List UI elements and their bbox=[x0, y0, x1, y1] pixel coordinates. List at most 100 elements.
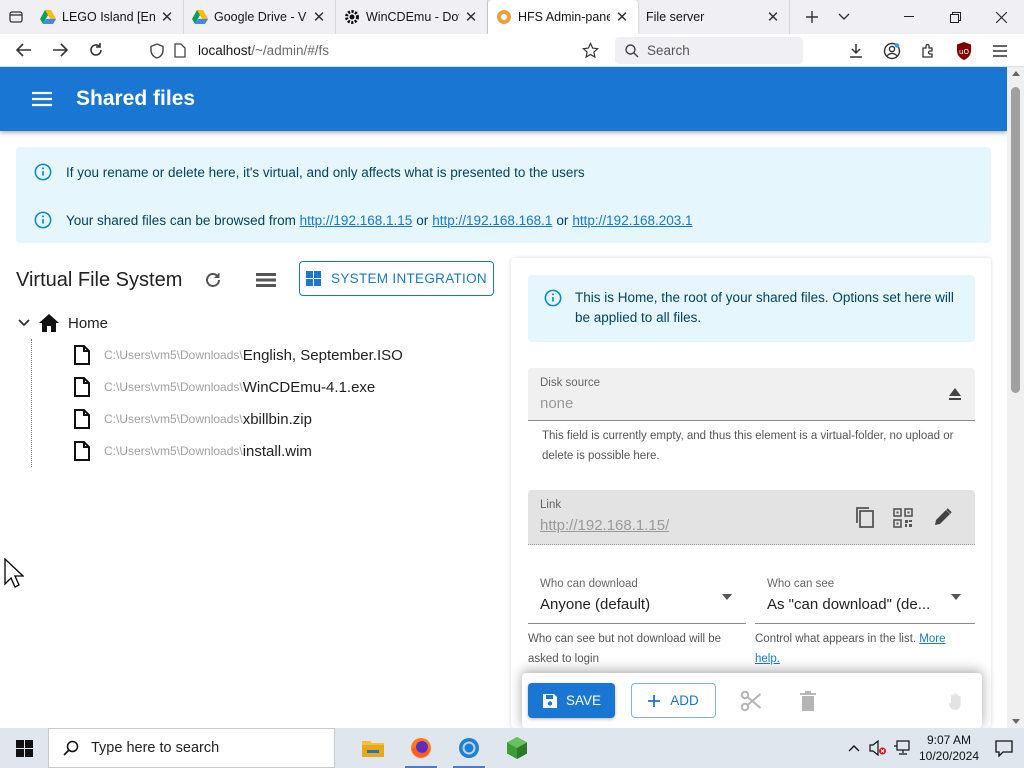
browser-tab-hfs-admin[interactable]: HFS Admin-panel ✕ bbox=[488, 0, 638, 34]
file-path: C:\Users\vm5\Downloads\ bbox=[104, 444, 243, 458]
or-separator: or bbox=[416, 212, 429, 228]
info-icon bbox=[34, 163, 52, 181]
home-info-text: This is Home, the root of your shared fi… bbox=[575, 290, 954, 325]
tab-label: LEGO Island [Engli bbox=[62, 10, 155, 24]
dropdown-arrow-icon bbox=[951, 594, 961, 600]
edit-icon[interactable] bbox=[933, 507, 953, 527]
network-icon[interactable] bbox=[890, 728, 914, 768]
file-explorer-icon[interactable] bbox=[349, 728, 397, 768]
file-name: xbillbin.zip bbox=[242, 410, 312, 428]
chrome-icon[interactable] bbox=[445, 728, 493, 768]
plus-icon bbox=[648, 694, 661, 707]
add-button[interactable]: ADD bbox=[631, 683, 716, 718]
account-icon[interactable] bbox=[874, 36, 910, 66]
shield-icon[interactable] bbox=[150, 42, 164, 59]
chevron-up-icon[interactable] bbox=[842, 728, 866, 768]
address-link[interactable]: http://192.168.1.15 bbox=[300, 213, 413, 228]
disk-source-helper: This field is currently empty, and thus … bbox=[542, 430, 954, 462]
bookmark-star-icon[interactable] bbox=[578, 37, 602, 64]
taskbar-clock[interactable]: 9:07 AM 10/20/2024 bbox=[914, 732, 984, 764]
tree-item-file[interactable]: C:\Users\vm5\Downloads\ English, Septembe… bbox=[74, 341, 403, 369]
address-bar[interactable]: localhost/~/admin/#/fs bbox=[150, 37, 610, 64]
permissions-hand-icon[interactable] bbox=[942, 687, 970, 715]
extensions-icon[interactable] bbox=[910, 36, 946, 66]
volume-muted-icon[interactable] bbox=[866, 728, 890, 768]
home-info-alert: This is Home, the root of your shared fi… bbox=[528, 275, 975, 342]
link-value[interactable]: http://192.168.1.15/ bbox=[540, 517, 669, 534]
disk-source-value: none bbox=[540, 395, 574, 412]
rename-notice: If you rename or delete here, it's virtu… bbox=[34, 163, 585, 181]
tree-item-file[interactable]: C:\Users\vm5\Downloads\ install.wim bbox=[74, 437, 312, 465]
delete-icon[interactable] bbox=[794, 687, 822, 715]
link-label: Link bbox=[540, 499, 562, 511]
firefox-icon[interactable] bbox=[397, 728, 445, 768]
who-can-see-helper: Control what appears in the list. More h… bbox=[755, 629, 970, 669]
forward-icon[interactable] bbox=[42, 35, 78, 65]
address-link[interactable]: http://192.168.168.1 bbox=[432, 213, 552, 228]
restore-button[interactable] bbox=[932, 0, 978, 34]
page-icon[interactable] bbox=[174, 43, 186, 58]
tree-item-home[interactable]: Home bbox=[16, 309, 108, 337]
gear-icon bbox=[344, 9, 360, 25]
new-tab-icon[interactable] bbox=[796, 0, 828, 34]
eject-icon[interactable] bbox=[947, 386, 963, 402]
browser-tab-wincdemu[interactable]: WinCDEmu - Dow ✕ bbox=[336, 0, 488, 34]
tree-item-file[interactable]: C:\Users\vm5\Downloads\ xbillbin.zip bbox=[74, 405, 312, 433]
file-path: C:\Users\vm5\Downloads\ bbox=[104, 412, 243, 426]
hamburger-menu-icon[interactable] bbox=[24, 87, 60, 111]
page-scrollbar[interactable] bbox=[1007, 67, 1024, 728]
tab-label: WinCDEmu - Dow bbox=[366, 10, 459, 24]
browser-tab-lego[interactable]: LEGO Island [Engli ✕ bbox=[32, 0, 184, 34]
list-view-icon[interactable] bbox=[252, 267, 280, 293]
close-icon[interactable]: ✕ bbox=[765, 9, 781, 26]
who-can-see-select[interactable]: Who can see As "can download" (de... bbox=[755, 569, 975, 624]
cut-icon[interactable] bbox=[737, 687, 765, 715]
copy-icon[interactable] bbox=[855, 506, 875, 528]
browser-search-input[interactable]: Search bbox=[615, 37, 803, 64]
minimize-button[interactable] bbox=[886, 0, 932, 34]
taskbar-search-input[interactable]: Type here to search bbox=[48, 728, 335, 768]
app-header: Shared files bbox=[0, 67, 1007, 131]
address-link[interactable]: http://192.168.203.1 bbox=[572, 213, 692, 228]
refresh-icon[interactable] bbox=[200, 267, 226, 293]
properties-panel: This is Home, the root of your shared fi… bbox=[511, 258, 991, 728]
menu-icon[interactable] bbox=[982, 36, 1018, 66]
close-icon[interactable]: ✕ bbox=[159, 9, 175, 26]
save-button[interactable]: SAVE bbox=[528, 683, 615, 718]
chevron-down-icon[interactable] bbox=[828, 0, 860, 34]
browser-tab-file-server[interactable]: File server ✕ bbox=[638, 0, 790, 34]
ublock-icon[interactable]: uO bbox=[946, 36, 982, 66]
url-host: localhost bbox=[198, 43, 252, 58]
windows-start-icon[interactable] bbox=[0, 728, 48, 768]
scrollbar-thumb[interactable] bbox=[1011, 87, 1020, 393]
disk-source-field[interactable]: Disk source none bbox=[528, 368, 975, 421]
downloads-icon[interactable] bbox=[838, 36, 874, 66]
tree-item-file[interactable]: C:\Users\vm5\Downloads\ WinCDEmu-4.1.exe bbox=[74, 373, 375, 401]
chevron-down-icon[interactable] bbox=[16, 319, 32, 327]
file-name: WinCDEmu-4.1.exe bbox=[242, 378, 376, 396]
tab-label: Google Drive - Vir bbox=[214, 10, 307, 24]
back-icon[interactable] bbox=[6, 35, 42, 65]
scroll-down-arrow-icon[interactable] bbox=[1012, 719, 1020, 724]
browser-tab-google-drive[interactable]: Google Drive - Vir ✕ bbox=[184, 0, 336, 34]
window-close-button[interactable] bbox=[978, 0, 1024, 34]
notification-icon[interactable] bbox=[984, 728, 1024, 768]
system-integration-label: SYSTEM INTEGRATION bbox=[331, 271, 487, 286]
url-text[interactable]: localhost/~/admin/#/fs bbox=[198, 43, 329, 58]
close-icon[interactable]: ✕ bbox=[614, 9, 630, 26]
reload-icon[interactable] bbox=[78, 35, 114, 65]
save-label: SAVE bbox=[565, 693, 601, 708]
qr-code-icon[interactable] bbox=[893, 508, 913, 528]
who-can-download-value: Anyone (default) bbox=[540, 596, 651, 613]
close-icon[interactable]: ✕ bbox=[463, 9, 479, 26]
or-separator: or bbox=[556, 212, 569, 228]
green-cube-app-icon[interactable] bbox=[493, 728, 541, 768]
rename-notice-text: If you rename or delete here, it's virtu… bbox=[66, 164, 585, 180]
link-field: Link http://192.168.1.15/ bbox=[528, 490, 975, 545]
scroll-up-arrow-icon[interactable] bbox=[1012, 71, 1020, 76]
system-integration-button[interactable]: SYSTEM INTEGRATION bbox=[299, 261, 494, 296]
close-icon[interactable]: ✕ bbox=[311, 9, 327, 26]
who-can-download-select[interactable]: Who can download Anyone (default) bbox=[528, 569, 746, 624]
who-can-see-label: Who can see bbox=[767, 578, 835, 590]
tab-list-icon[interactable] bbox=[0, 0, 32, 34]
